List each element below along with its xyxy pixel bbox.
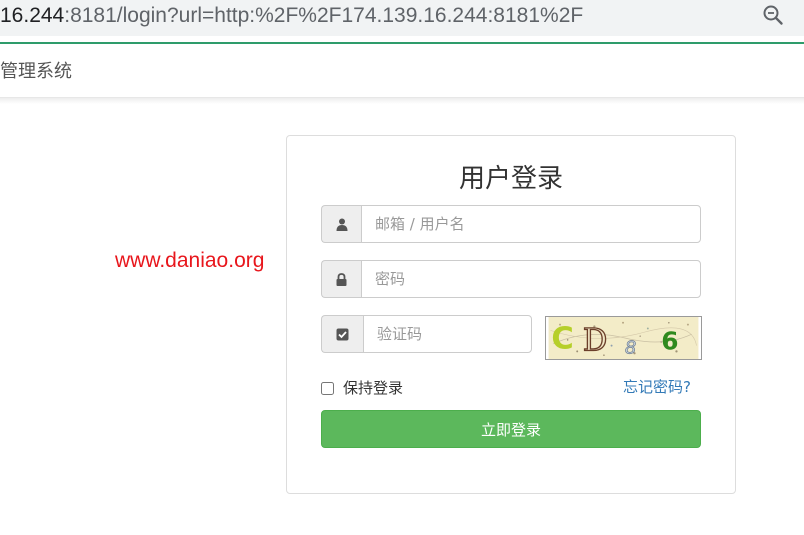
top-navbar: 管理系统 (0, 44, 804, 98)
remember-checkbox[interactable] (321, 381, 334, 395)
user-icon (321, 205, 361, 243)
username-input[interactable] (361, 205, 701, 243)
remember-me[interactable]: 保持登录 (321, 378, 403, 398)
lock-icon (321, 260, 361, 298)
password-input[interactable] (361, 260, 701, 298)
navbar-shadow (0, 98, 804, 104)
captcha-char-2: D (583, 323, 607, 358)
captcha-image[interactable]: C D 8 6 (545, 316, 702, 360)
login-button[interactable]: 立即登录 (321, 410, 701, 448)
captcha-input[interactable] (363, 315, 532, 353)
login-title: 用户登录 (458, 164, 563, 194)
password-group (321, 260, 701, 298)
forgot-password-link[interactable]: 忘记密码? (623, 377, 691, 397)
zoom-icon[interactable] (762, 4, 784, 26)
username-group (321, 205, 701, 243)
url-host: 16.244 (0, 4, 65, 27)
remember-label: 保持登录 (343, 379, 404, 397)
brand-title[interactable]: 管理系统 (0, 60, 72, 82)
login-panel: 用户登录 邮箱 / 用户名 验证码 C D 8 6 保持登录 忘记密码? 立即登… (286, 135, 736, 494)
captcha-char-3: 8 (625, 337, 637, 358)
captcha-char-4: 6 (661, 326, 678, 355)
url-text[interactable]: 16.244:8181/login?url=http:%2F%2F174.139… (0, 3, 583, 29)
checkbox-icon (321, 315, 363, 353)
url-path: :8181/login?url=http:%2F%2F174.139.16.24… (64, 4, 584, 27)
captcha-char-1: C (551, 322, 573, 357)
captcha-group (321, 315, 532, 353)
watermark-text: www.daniao.org (115, 249, 265, 272)
browser-address-bar[interactable]: 16.244:8181/login?url=http:%2F%2F174.139… (0, 0, 804, 36)
